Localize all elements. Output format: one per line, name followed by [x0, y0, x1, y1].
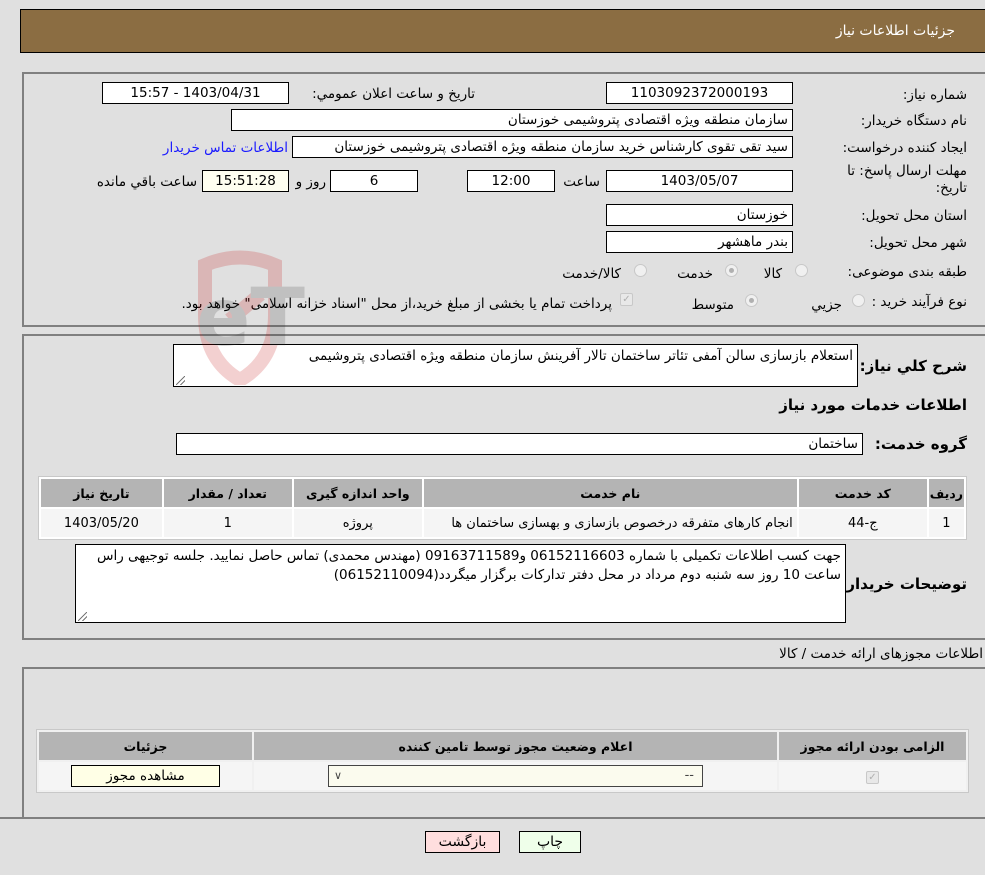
need-number-field: 1103092372000193 [606, 82, 793, 104]
province-field: خوزستان [606, 204, 793, 226]
deadline-label: مهلت ارسال پاسخ: تا تاریخ: [847, 163, 967, 196]
page-header: جزئیات اطلاعات نیاز [20, 9, 985, 53]
process-medium-label: متوسط [691, 297, 734, 313]
cell-license-details: مشاهده مجوز [39, 762, 252, 790]
license-status-value: -- [684, 768, 694, 783]
cell-license-status: -- ∨ [254, 762, 777, 790]
licenses-table: الزامی بودن ارائه مجوز اعلام وضعیت مجوز … [36, 729, 969, 793]
cell-unit: پروژه [293, 509, 422, 537]
service-group-field: ساختمان [176, 433, 863, 455]
col-license-details: جزئیات [39, 732, 252, 760]
resize-grip-icon[interactable] [78, 612, 87, 621]
category-goods-service-label: کالا/خدمت [562, 266, 621, 282]
remaining-time-label: ساعت باقي مانده [96, 174, 197, 190]
chevron-down-icon: ∨ [334, 769, 343, 782]
service-group-label: گروه خدمت: [874, 435, 967, 453]
requester-field: سید تقی تقوی کارشناس خرید سازمان منطقه و… [292, 136, 793, 158]
city-field: بندر ماهشهر [606, 231, 793, 253]
deadline-time-label: ساعت [563, 174, 600, 190]
buyer-notes-textarea[interactable]: جهت کسب اطلاعات تکمیلی با شماره 06152116… [75, 544, 846, 623]
deadline-date-field: 1403/05/07 [606, 170, 793, 192]
buyer-org-label: نام دستگاه خریدار: [860, 113, 967, 129]
cell-row: 1 [928, 509, 964, 537]
col-row: ردیف [928, 479, 964, 507]
general-desc-text: استعلام بازسازی سالن آمفی تئاتر ساختمان … [308, 348, 853, 364]
col-service-name: نام خدمت [423, 479, 797, 507]
process-label: نوع فرآیند خرید : [871, 294, 967, 310]
licenses-table-header: الزامی بودن ارائه مجوز اعلام وضعیت مجوز … [39, 732, 966, 760]
page-title: جزئیات اطلاعات نیاز [835, 23, 955, 39]
announce-label: تاریخ و ساعت اعلان عمومي: [312, 86, 475, 102]
general-desc-label: شرح كلي نياز: [859, 357, 967, 375]
table-row: ✓ -- ∨ مشاهده مجوز [39, 762, 966, 790]
buyer-notes-label: توضیحات خریدار: [840, 575, 967, 593]
cell-service-name: انجام کارهای متفرقه درخصوص بازسازی و بهس… [423, 509, 797, 537]
services-heading: اطلاعات خدمات مورد نیاز [779, 396, 967, 414]
province-label: استان محل تحویل: [861, 208, 967, 224]
resize-grip-icon[interactable] [176, 376, 185, 385]
treasury-checkbox[interactable]: ✓ [620, 293, 633, 306]
buyer-org-field: سازمان منطقه ویژه اقتصادی پتروشیمی خوزست… [231, 109, 793, 131]
col-quantity: تعداد / مقدار [163, 479, 292, 507]
col-service-code: کد خدمت [798, 479, 927, 507]
col-license-status: اعلام وضعیت مجوز توسط تامین کننده [254, 732, 777, 760]
need-number-label: شماره نیاز: [902, 87, 967, 103]
process-radio-medium[interactable] [745, 294, 758, 307]
days-label: روز و [295, 174, 326, 190]
licenses-heading: اطلاعات مجوزهای ارائه خدمت / کالا [779, 646, 983, 662]
cell-quantity: 1 [163, 509, 292, 537]
buyer-notes-text: جهت کسب اطلاعات تکمیلی با شماره 06152116… [96, 548, 841, 583]
buyer-contact-link[interactable]: اطلاعات تماس خریدار [163, 140, 288, 156]
days-remaining-field: 6 [330, 170, 418, 192]
back-button[interactable]: بازگشت [425, 831, 500, 853]
footer-divider [0, 817, 985, 819]
cell-need-date: 1403/05/20 [41, 509, 162, 537]
process-minor-label: جزیي [811, 297, 842, 313]
category-label: طبقه بندی موضوعی: [847, 264, 967, 280]
category-service-label: خدمت [677, 266, 713, 282]
services-table-header: ردیف کد خدمت نام خدمت واحد اندازه گیری ت… [41, 479, 964, 507]
col-license-required: الزامی بودن ارائه مجوز [779, 732, 966, 760]
table-row: 1 ج-44 انجام کارهای متفرقه درخصوص بازساز… [41, 509, 964, 537]
category-radio-service[interactable] [725, 264, 738, 277]
view-license-button[interactable]: مشاهده مجوز [71, 765, 220, 787]
services-table: ردیف کد خدمت نام خدمت واحد اندازه گیری ت… [38, 476, 967, 540]
deadline-time-field: 12:00 [467, 170, 555, 192]
category-goods-label: کالا [763, 266, 782, 282]
print-button[interactable]: چاپ [519, 831, 581, 853]
category-radio-goods-service[interactable] [634, 264, 647, 277]
announce-datetime-field: 1403/04/31 - 15:57 [102, 82, 289, 104]
license-status-select[interactable]: -- ∨ [328, 765, 703, 787]
city-label: شهر محل تحویل: [869, 235, 967, 251]
category-radio-goods[interactable] [795, 264, 808, 277]
remaining-time-field: 15:51:28 [202, 170, 289, 192]
license-required-checkbox[interactable]: ✓ [866, 770, 879, 784]
requester-label: ایجاد کننده درخواست: [842, 140, 967, 156]
col-need-date: تاریخ نیاز [41, 479, 162, 507]
col-unit: واحد اندازه گیری [293, 479, 422, 507]
cell-license-required: ✓ [779, 762, 966, 790]
general-desc-textarea[interactable]: استعلام بازسازی سالن آمفی تئاتر ساختمان … [173, 344, 858, 387]
treasury-note: پرداخت تمام یا بخشی از مبلغ خرید،از محل … [181, 296, 612, 312]
cell-service-code: ج-44 [798, 509, 927, 537]
process-radio-minor[interactable] [852, 294, 865, 307]
